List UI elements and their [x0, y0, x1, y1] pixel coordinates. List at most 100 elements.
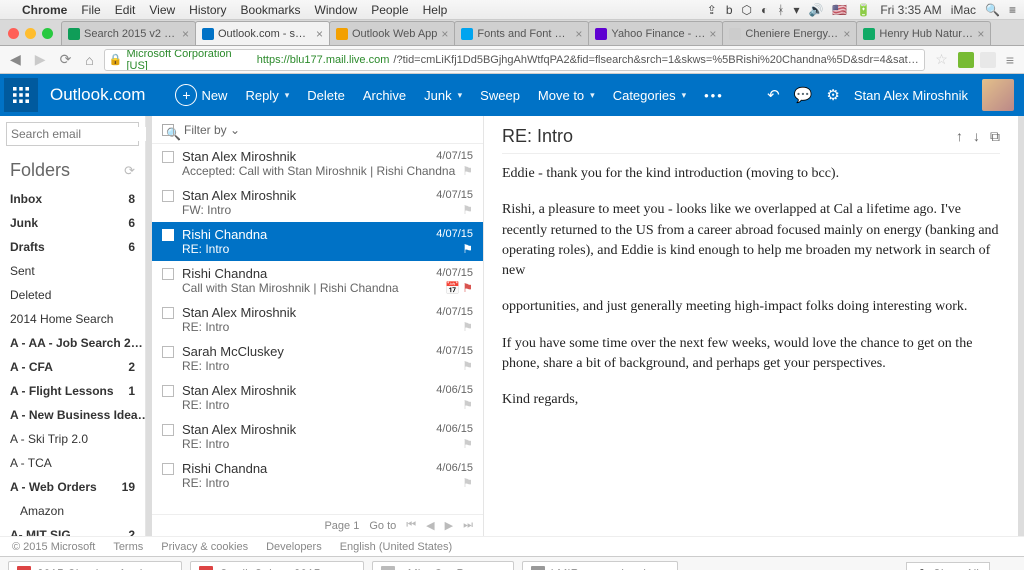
folder-item[interactable]: Sent: [0, 259, 145, 283]
address-bar[interactable]: 🔒 Microsoft Corporation [US] https://blu…: [104, 49, 926, 71]
message-checkbox[interactable]: [162, 190, 174, 202]
extension-icon[interactable]: [980, 52, 996, 68]
show-all-downloads-button[interactable]: ⬇ Show All: [906, 562, 990, 570]
message-row[interactable]: Stan Alex Miroshnik FW: Intro 4/07/15 ⚑: [152, 183, 483, 222]
wifi-icon[interactable]: ▾: [793, 3, 799, 17]
mac-menu-item[interactable]: Window: [315, 3, 358, 17]
mac-menu-item[interactable]: Help: [423, 3, 448, 17]
flag-icon[interactable]: ⚑: [462, 476, 473, 490]
close-tab-icon[interactable]: ×: [316, 27, 323, 41]
download-item[interactable]: 2015 Cheniere Analyst….pdf ⌄: [8, 561, 182, 570]
chevron-down-icon[interactable]: ⌄: [659, 567, 669, 570]
prev-page-button[interactable]: ◀: [426, 519, 434, 532]
dropbox-icon[interactable]: ⬡: [742, 3, 752, 17]
goto-label[interactable]: Go to: [369, 520, 396, 532]
message-row[interactable]: Stan Alex Miroshnik RE: Intro 4/07/15 ⚑: [152, 300, 483, 339]
folder-item[interactable]: A- MIT SIG2: [0, 523, 145, 536]
folder-item[interactable]: Inbox8: [0, 187, 145, 211]
spotlight-icon[interactable]: 🔍: [985, 3, 1000, 17]
flag-icon[interactable]: 🇺🇸: [832, 3, 847, 17]
scrollbar[interactable]: [1018, 116, 1024, 536]
message-row[interactable]: Stan Alex Miroshnik RE: Intro 4/06/15 ⚑: [152, 417, 483, 456]
search-field[interactable]: [11, 127, 166, 141]
new-button[interactable]: +New: [175, 84, 227, 106]
volume-icon[interactable]: 🔊: [808, 3, 823, 17]
zoom-window-icon[interactable]: [42, 28, 53, 39]
filter-by-button[interactable]: Filter by ⌄: [184, 123, 240, 137]
flag-icon[interactable]: ⚑: [462, 359, 473, 373]
battery-icon[interactable]: 🔋: [856, 3, 871, 17]
undo-icon[interactable]: ↶: [767, 86, 780, 104]
mac-menu-item[interactable]: Edit: [115, 3, 136, 17]
browser-tab[interactable]: Outlook.com - smirosh… ×: [195, 21, 330, 45]
sweep-button[interactable]: Sweep: [480, 88, 520, 103]
flag-icon[interactable]: ⚑: [462, 164, 473, 178]
bookmark-icon[interactable]: ☆: [931, 51, 952, 68]
folder-item[interactable]: A - TCA: [0, 451, 145, 475]
close-tab-icon[interactable]: ×: [843, 27, 850, 41]
message-row[interactable]: Rishi Chandna Call with Stan Miroshnik |…: [152, 261, 483, 300]
folder-item[interactable]: A - New Business Idea…: [0, 403, 145, 427]
message-checkbox[interactable]: [162, 268, 174, 280]
host-name[interactable]: iMac: [951, 3, 976, 17]
select-all-checkbox[interactable]: [162, 124, 174, 136]
message-row[interactable]: Sarah McCluskey RE: Intro 4/07/15 ⚑: [152, 339, 483, 378]
window-controls[interactable]: [4, 28, 61, 45]
more-actions-icon[interactable]: •••: [704, 88, 724, 103]
flag-icon[interactable]: ⚑: [462, 242, 473, 256]
popout-icon[interactable]: ⧉: [990, 128, 1000, 145]
developers-link[interactable]: Developers: [266, 541, 322, 553]
browser-tab[interactable]: Outlook Web App ×: [329, 21, 455, 45]
archive-button[interactable]: Archive: [363, 88, 406, 103]
folder-item[interactable]: Amazon: [0, 499, 145, 523]
minimize-window-icon[interactable]: [25, 28, 36, 39]
browser-tab[interactable]: Search 2015 v2 - Goo… ×: [61, 21, 196, 45]
close-downloads-bar[interactable]: ✕: [998, 567, 1016, 570]
clock[interactable]: Fri 3:35 AM: [880, 3, 941, 17]
message-checkbox[interactable]: [162, 424, 174, 436]
first-page-button[interactable]: ⏮: [406, 519, 416, 532]
mac-menu-item[interactable]: View: [149, 3, 175, 17]
language-selector[interactable]: English (United States): [340, 541, 453, 553]
privacy-link[interactable]: Privacy & cookies: [161, 541, 248, 553]
message-checkbox[interactable]: [162, 385, 174, 397]
bluetooth-icon[interactable]: ᚼ: [777, 3, 784, 17]
reply-button[interactable]: Reply: [245, 88, 289, 103]
browser-tab[interactable]: Cheniere Energy, Inc. … ×: [722, 21, 857, 45]
mac-menu-item[interactable]: File: [81, 3, 100, 17]
message-row[interactable]: Stan Alex Miroshnik Accepted: Call with …: [152, 144, 483, 183]
search-input[interactable]: 🔍: [6, 122, 139, 146]
flag-icon[interactable]: ⚑: [462, 320, 473, 334]
flag-icon[interactable]: ⚑: [462, 203, 473, 217]
message-row[interactable]: Rishi Chandna RE: Intro 4/06/15 ⚑: [152, 456, 483, 495]
flag-icon[interactable]: ⚑: [462, 398, 473, 412]
folder-item[interactable]: A - AA - Job Search 2…: [0, 331, 145, 355]
message-checkbox[interactable]: [162, 151, 174, 163]
message-checkbox[interactable]: [162, 463, 174, 475]
close-window-icon[interactable]: [8, 28, 19, 39]
reload-button[interactable]: ⟳: [56, 51, 76, 68]
folder-item[interactable]: 2014 Home Search: [0, 307, 145, 331]
folder-item[interactable]: Drafts6: [0, 235, 145, 259]
browser-tab[interactable]: Yahoo Finance - Busine… ×: [588, 21, 723, 45]
back-button[interactable]: ◀: [6, 51, 25, 68]
avatar[interactable]: [982, 79, 1014, 111]
download-item[interactable]: Credit Suisse 2015_C….pdf ⌄: [190, 561, 364, 570]
folder-item[interactable]: A - CFA2: [0, 355, 145, 379]
app-launcher-icon[interactable]: [4, 78, 38, 112]
chevron-down-icon[interactable]: ⌄: [495, 567, 505, 570]
prev-message-icon[interactable]: ↑: [956, 128, 963, 145]
folder-item[interactable]: Deleted: [0, 283, 145, 307]
extension-icon[interactable]: [958, 52, 974, 68]
terms-link[interactable]: Terms: [113, 541, 143, 553]
delete-button[interactable]: Delete: [307, 88, 345, 103]
mac-menu-item[interactable]: People: [371, 3, 408, 17]
chevron-down-icon[interactable]: ⌄: [345, 567, 355, 570]
folder-item[interactable]: A - Web Orders19: [0, 475, 145, 499]
close-tab-icon[interactable]: ×: [575, 27, 582, 41]
flag-icon[interactable]: ⚑: [462, 437, 473, 451]
move-to-button[interactable]: Move to: [538, 88, 595, 103]
settings-icon[interactable]: ⚙: [826, 86, 839, 104]
close-tab-icon[interactable]: ×: [709, 27, 716, 41]
last-page-button[interactable]: ⏭: [463, 519, 473, 532]
